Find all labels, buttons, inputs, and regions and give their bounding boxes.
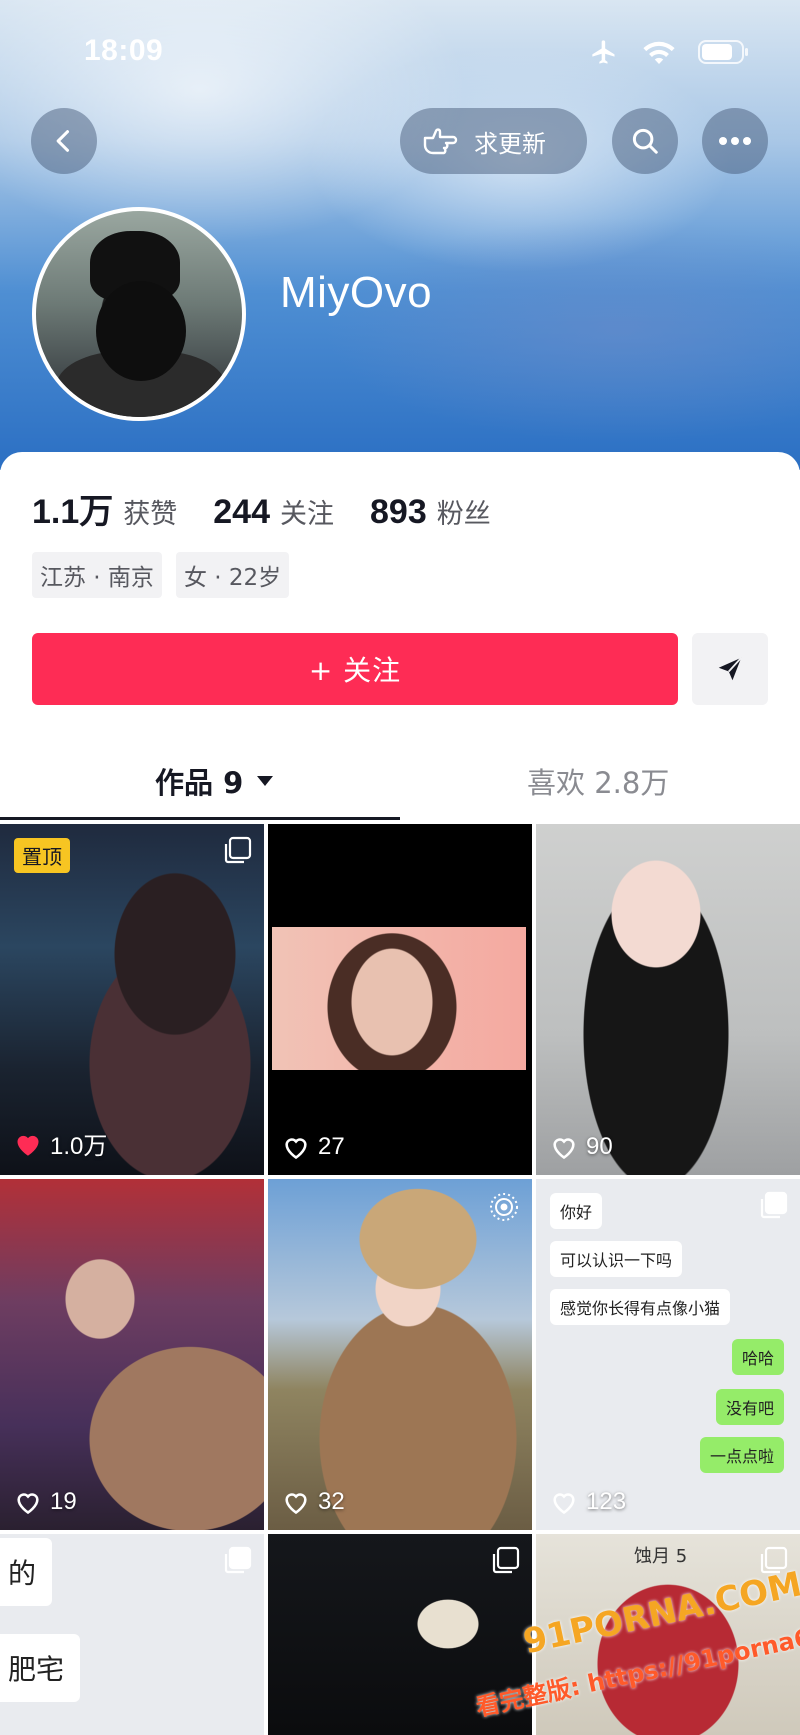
stat-likes-received[interactable]: 1.1万 获赞 [32,484,177,533]
tab-works-label: 作品 9 [155,766,244,800]
chat-bubble: 哈哈 [731,1339,784,1375]
post-likes: 19 [14,1488,77,1516]
follow-button[interactable]: + 关注 [32,633,678,705]
post-like-count: 1.0万 [50,1133,108,1160]
profile-stats: 1.1万 获赞 244 关注 893 粉丝 [32,484,527,533]
post-thumbnail[interactable]: 90 [536,824,800,1175]
post-thumbnail[interactable]: 蚀月 5 [536,1534,800,1735]
status-time: 18:09 [84,34,164,67]
heart-outline-icon [285,1493,307,1515]
post-like-count: 123 [586,1488,627,1515]
tab-likes[interactable]: 喜欢 2.8万 [527,760,669,802]
multi-image-icon [760,1546,788,1574]
chat-bubble: 的 [0,1538,53,1606]
multi-image-icon [760,1191,788,1219]
message-button[interactable] [692,633,768,705]
post-like-count: 27 [318,1133,345,1160]
chat-bubble: 你好 [550,1193,603,1229]
back-button[interactable] [31,108,97,174]
post-thumbnail[interactable]: 置顶 1.0万 [0,824,264,1175]
stat-followers[interactable]: 893 粉丝 [370,492,491,532]
post-likes: 1.0万 [14,1126,107,1161]
caret-down-icon [257,776,274,786]
status-bar: 18:09 [0,0,800,100]
post-thumbnail[interactable]: 19 [0,1179,264,1530]
username: MiyOvo [280,268,433,317]
post-thumbnail[interactable]: 你好 可以认识一下吗 感觉你长得有点像小猫 哈哈 没有吧 一点点啦 123 [536,1179,800,1530]
heart-outline-icon [553,1493,575,1515]
multi-image-icon [492,1546,520,1574]
post-thumbnail[interactable]: 27 [268,824,532,1175]
stat-value: 244 [213,493,270,531]
send-icon [718,657,742,681]
chat-bubble: 感觉你长得有点像小猫 [550,1289,731,1325]
chat-bubble: 没有吧 [715,1389,784,1425]
post-thumbnail[interactable]: 32 [268,1179,532,1530]
gender-age-tag: 女 · 22岁 [175,552,290,598]
heart-outline-icon [17,1493,39,1515]
airplane-mode-icon [592,40,615,64]
location-tag: 江苏 · 南京 [32,552,162,598]
stat-label: 获赞 [123,499,178,530]
wifi-icon [643,41,675,65]
chat-bubble: 肥宅 [0,1634,81,1702]
chat-bubble: 一点点啦 [699,1437,784,1473]
post-like-count: 90 [586,1133,613,1160]
avatar[interactable] [32,207,246,421]
request-update-label: 求更新 [474,129,546,158]
post-like-count: 19 [50,1488,77,1515]
search-button[interactable] [612,108,678,174]
stat-label: 粉丝 [436,499,491,530]
heart-filled-icon [17,1135,39,1156]
stat-label: 关注 [280,499,334,530]
heart-outline-icon [285,1138,307,1160]
more-icon [719,137,751,145]
battery-icon [698,40,748,64]
stat-following[interactable]: 244 关注 [213,492,334,532]
more-options-button[interactable] [702,108,768,174]
live-photo-icon [490,1193,518,1221]
profile-tags: 江苏 · 南京 女 · 22岁 [32,552,290,598]
multi-image-icon [224,836,252,864]
tab-likes-label: 喜欢 2.8万 [527,766,670,800]
pinned-badge: 置顶 [14,838,70,873]
post-likes: 90 [550,1133,613,1161]
request-update-button[interactable]: 求更新 [400,108,587,174]
tab-indicator [0,817,400,820]
post-likes: 27 [282,1133,345,1161]
chevron-left-icon [56,130,70,152]
pointing-hand-icon [423,128,458,155]
content-tabs: 作品 9 喜欢 2.8万 [0,750,800,820]
post-likes: 123 [550,1488,626,1516]
post-photo [272,927,526,1070]
heart-outline-icon [553,1138,575,1160]
multi-image-icon [224,1546,252,1574]
post-thumbnail[interactable] [268,1534,532,1735]
stat-value: 893 [370,493,427,531]
post-likes: 32 [282,1488,345,1516]
post-like-count: 32 [318,1488,345,1515]
avatar-figure-camera [96,281,186,381]
post-thumbnail[interactable]: 的 肥宅 [0,1534,264,1735]
tab-works[interactable]: 作品 9 [155,760,274,802]
stat-value: 1.1万 [32,493,114,531]
chat-bubble: 可以认识一下吗 [550,1241,683,1277]
post-caption: 蚀月 5 [634,1546,688,1567]
post-grid: 置顶 1.0万 27 90 19 32 你好 可以认识一下吗 感觉你长得有点像小… [0,824,800,1735]
status-icons [588,38,750,66]
search-icon [632,128,658,154]
